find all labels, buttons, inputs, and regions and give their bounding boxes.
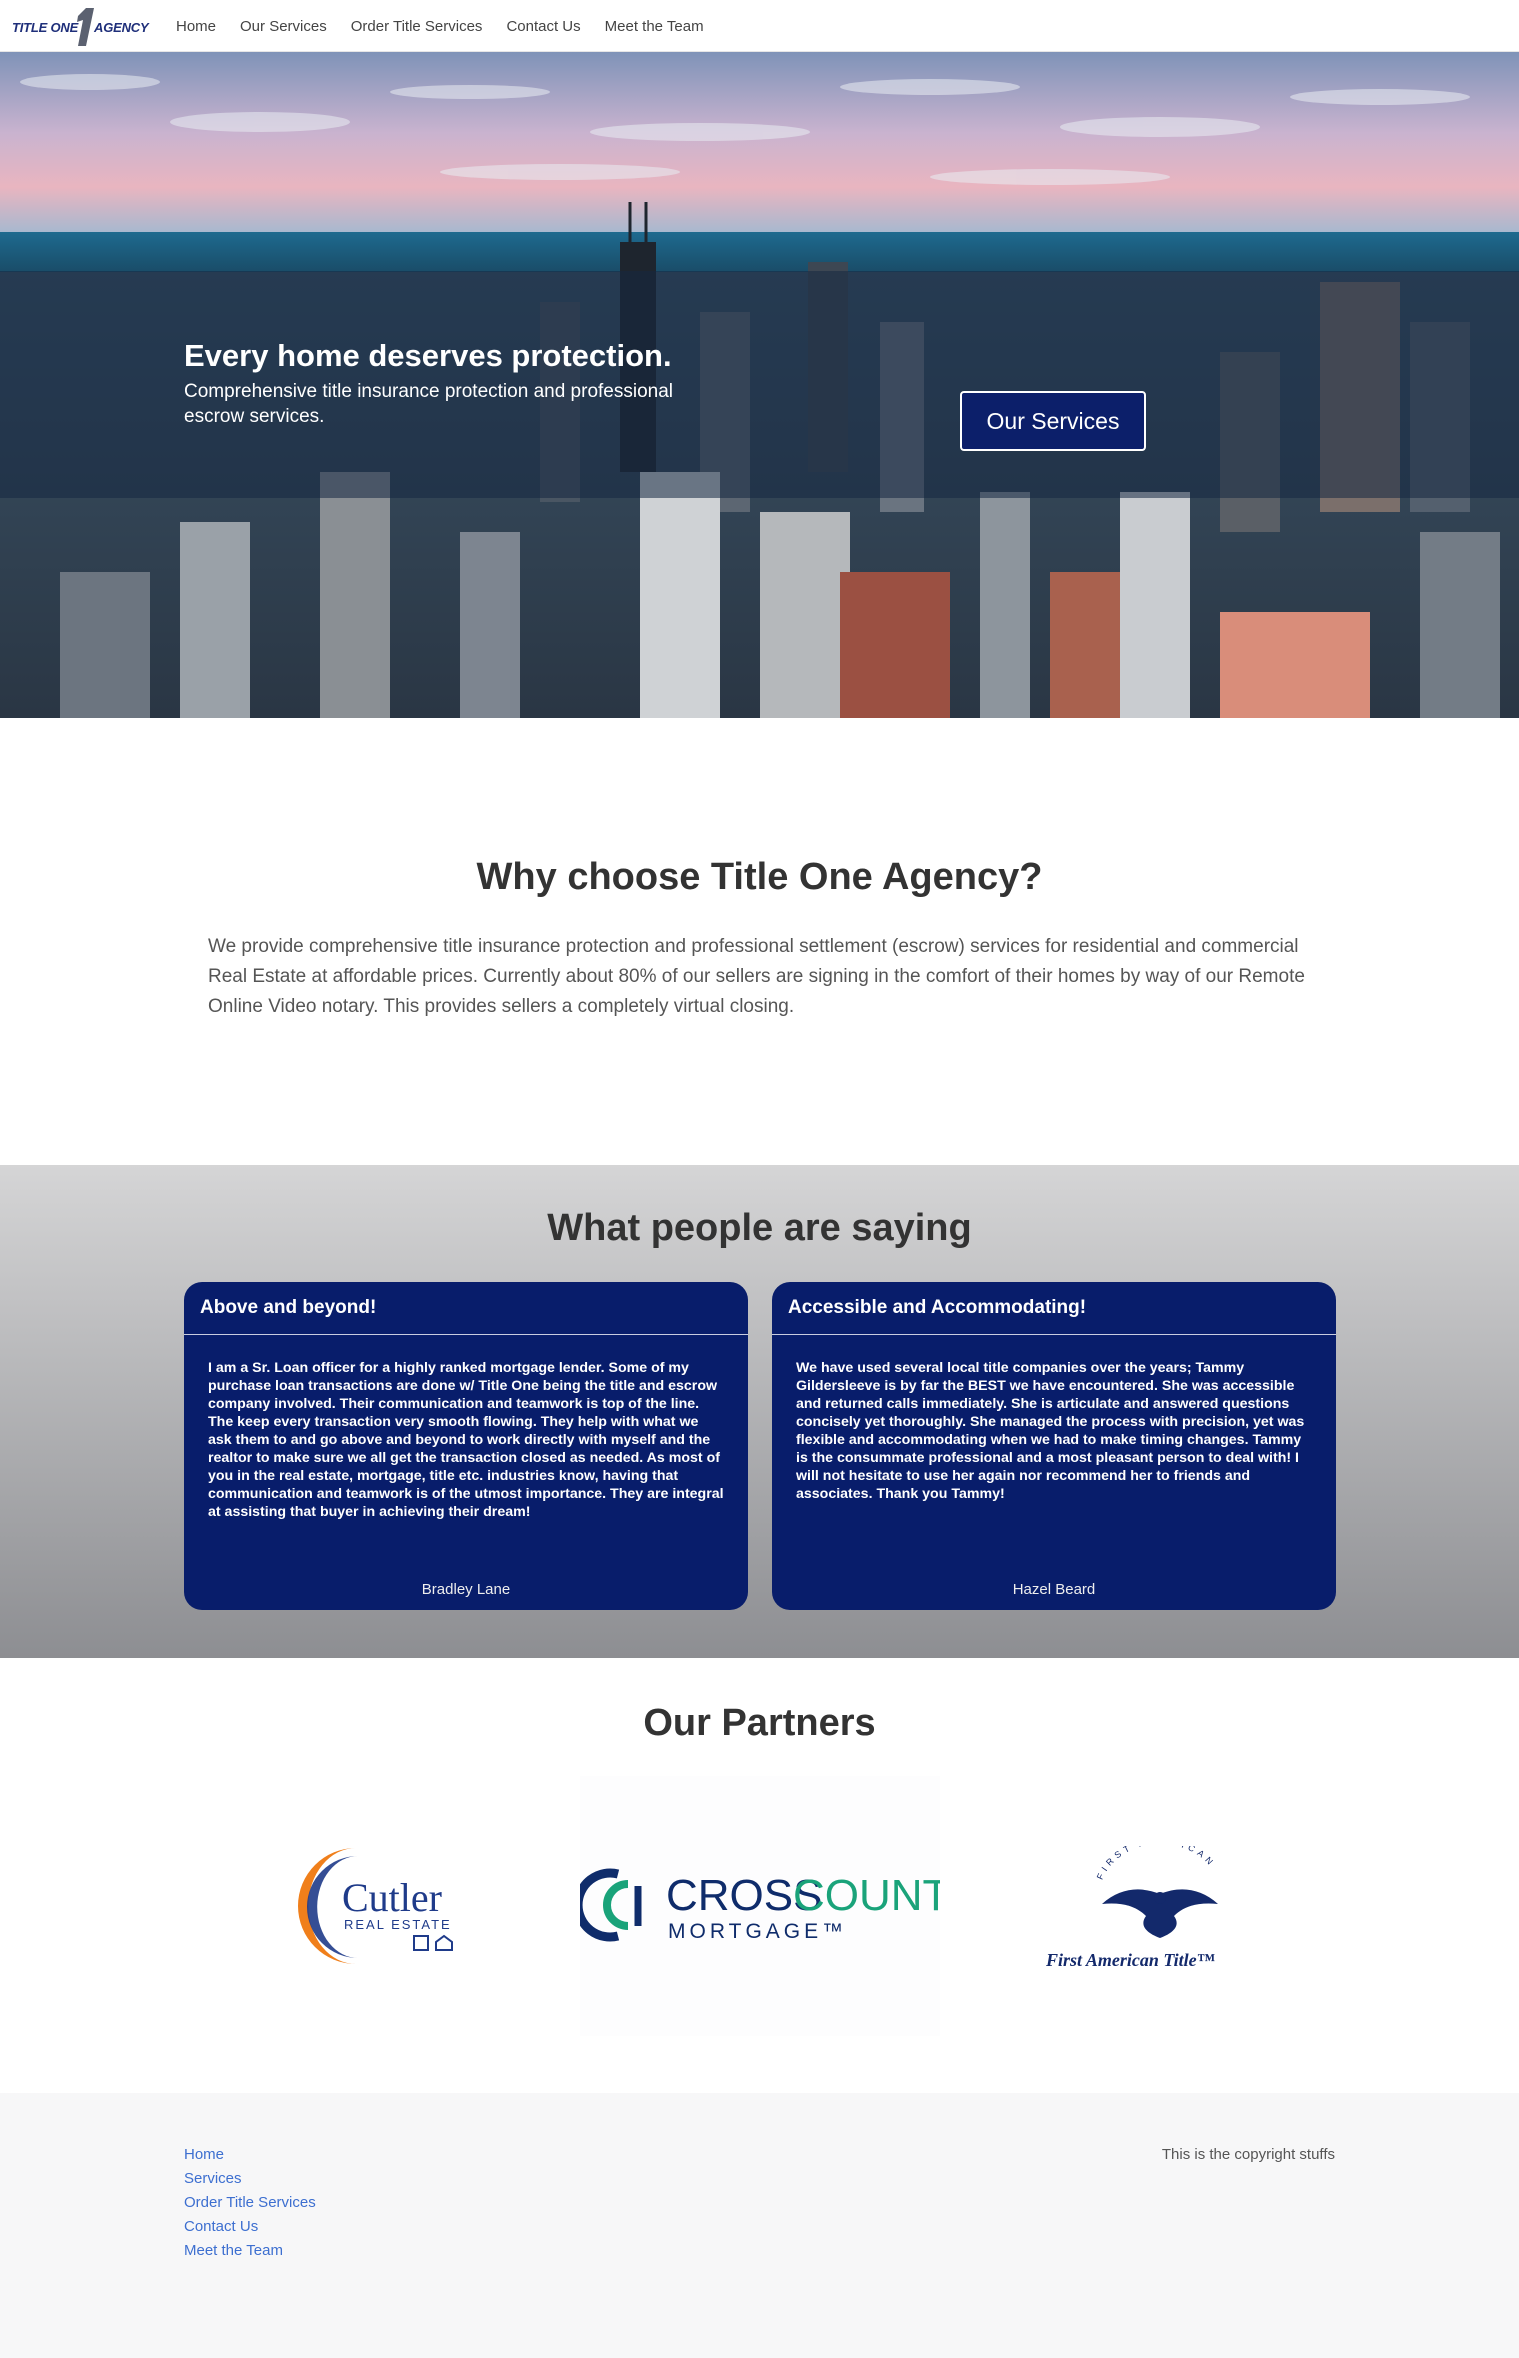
testimonials-section: What people are saying Above and beyond!…: [0, 1165, 1519, 1658]
testimonial-author: Hazel Beard: [1012, 1581, 1096, 1598]
testimonial-author: Bradley Lane: [421, 1581, 511, 1598]
testimonial-heading: Accessible and Accommodating!: [772, 1282, 1336, 1335]
nav-home[interactable]: Home: [176, 18, 216, 35]
nav-meet-the-team[interactable]: Meet the Team: [605, 18, 704, 35]
logo-text-agency: AGENCY: [94, 20, 149, 35]
hero-our-services-button[interactable]: Our Services: [960, 391, 1146, 451]
crosscountry-name-country: COUNTRY: [793, 1871, 940, 1920]
hero-subtitle: Comprehensive title insurance protection…: [184, 381, 673, 427]
first-american-arc-text: FIRST AMERICAN: [1095, 1846, 1218, 1881]
nav-our-services[interactable]: Our Services: [240, 18, 327, 35]
testimonial-body: I am a Sr. Loan officer for a highly ran…: [208, 1360, 724, 1520]
testimonial-body: We have used several local title compani…: [796, 1360, 1305, 1502]
testimonial-card: Accessible and Accommodating! We have us…: [772, 1282, 1336, 1610]
hero-section: Every home deserves protection. Comprehe…: [0, 52, 1519, 718]
footer-link-services[interactable]: Services: [184, 2167, 316, 2191]
page-footer: Home Services Order Title Services Conta…: [0, 2093, 1519, 2358]
copyright-text: This is the copyright stuffs: [1161, 2146, 1335, 2163]
hero-title: Every home deserves protection.: [184, 338, 672, 373]
testimonial-card: Above and beyond! I am a Sr. Loan office…: [184, 1282, 748, 1610]
main-nav: Home Our Services Order Title Services C…: [176, 0, 728, 52]
crosscountry-tagline: MORTGAGE™: [668, 1920, 847, 1943]
footer-link-home[interactable]: Home: [184, 2143, 316, 2167]
crosscountry-logo-icon: CROSS COUNTRY MORTGAGE™: [573, 1868, 1010, 1943]
testimonial-heading: Above and beyond!: [184, 1282, 748, 1335]
first-american-logo-icon: FIRST AMERICAN First American Title™: [1045, 1836, 1218, 1970]
footer-link-meet-the-team[interactable]: Meet the Team: [184, 2239, 316, 2263]
footer-link-order-title-services[interactable]: Order Title Services: [184, 2191, 316, 2215]
testimonials-title: What people are saying: [547, 1207, 972, 1249]
first-american-title-logo[interactable]: FIRST AMERICAN First American Title™: [1040, 1836, 1280, 1976]
why-choose-title: Why choose Title One Agency?: [476, 856, 1043, 898]
cutler-tagline: REAL ESTATE: [344, 1917, 452, 1932]
cutler-real-estate-logo[interactable]: Cutler REAL ESTATE: [296, 1846, 476, 1966]
first-american-name: First American Title™: [1045, 1950, 1216, 1970]
footer-nav: Home Services Order Title Services Conta…: [184, 2143, 316, 2263]
why-choose-text: We provide comprehensive title insurance…: [208, 936, 1305, 1017]
footer-link-contact-us[interactable]: Contact Us: [184, 2215, 316, 2239]
logo-text-title-one: TITLE ONE: [12, 20, 79, 35]
title-one-agency-logo[interactable]: TITLE ONE AGENCY: [12, 4, 152, 48]
cutler-name: Cutler: [342, 1875, 442, 1920]
partners-title: Our Partners: [643, 1702, 876, 1744]
nav-order-title-services[interactable]: Order Title Services: [351, 18, 483, 35]
crosscountry-mortgage-logo[interactable]: CROSS COUNTRY MORTGAGE™: [573, 1776, 1010, 2036]
cutler-logo-icon: Cutler REAL ESTATE: [298, 1848, 453, 1964]
nav-contact-us[interactable]: Contact Us: [506, 18, 580, 35]
top-navbar: TITLE ONE AGENCY Home Our Services Order…: [0, 0, 1519, 52]
